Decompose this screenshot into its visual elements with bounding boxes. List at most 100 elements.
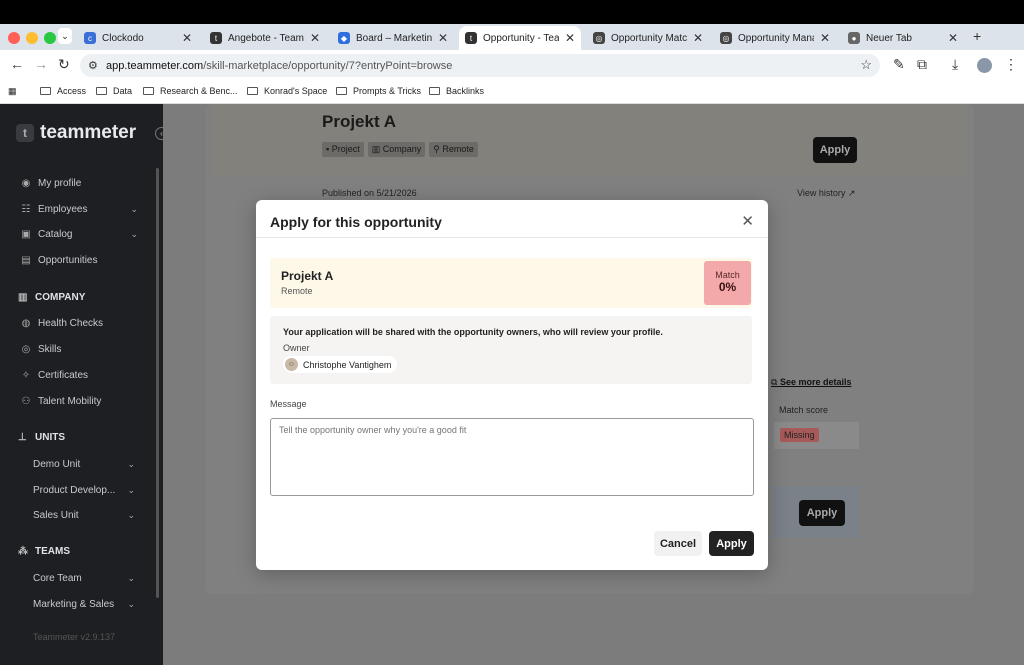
chevron-down-icon: ⌄: [127, 573, 135, 583]
message-textarea[interactable]: [270, 418, 754, 496]
chevron-down-icon: ⌄: [127, 485, 135, 495]
external-link-icon: ⧉: [771, 377, 780, 387]
sidebar-item-label: Health Checks: [38, 318, 104, 329]
sidebar-item-certificates[interactable]: ✧ Certificates: [20, 370, 138, 381]
back-arrow-icon[interactable]: ←: [10, 56, 24, 72]
folder-icon: [96, 87, 107, 95]
teammeter-favicon-icon: t: [465, 32, 477, 44]
section-title: TEAMS: [35, 546, 70, 557]
teammeter-favicon-icon: t: [210, 32, 222, 44]
apply-button-background-2: Apply: [799, 500, 845, 526]
maximize-window-icon[interactable]: [44, 32, 56, 44]
bookmark-prompts[interactable]: Prompts & Tricks: [336, 86, 421, 96]
folder-icon: [40, 87, 51, 95]
owner-name: Christophe Vantighem: [303, 359, 392, 370]
puzzle-extension-icon[interactable]: ⧉: [917, 56, 927, 73]
sidebar-item-label: Employees: [38, 204, 88, 215]
match-badge: Match 0%: [704, 261, 751, 305]
teammeter-logo[interactable]: t teammeter: [16, 122, 136, 144]
sidebar-item-sales-unit[interactable]: Sales Unit ⌄: [33, 510, 135, 521]
close-icon[interactable]: ✕: [741, 212, 754, 230]
sidebar-item-demo-unit[interactable]: Demo Unit ⌄: [33, 459, 135, 470]
sidebar-item-label: Opportunities: [38, 255, 98, 266]
tab-title: Opportunity Management: [738, 32, 814, 44]
bookmark-label: Konrad's Space: [264, 86, 328, 96]
board-favicon-icon: ◆: [338, 32, 350, 44]
apply-button[interactable]: Apply: [709, 531, 754, 556]
bookmark-data[interactable]: Data: [96, 86, 132, 96]
sidebar-item-employees[interactable]: ☷ Employees ⌄: [20, 204, 138, 215]
application-info: Your application will be shared with the…: [270, 316, 752, 384]
browser-tab[interactable]: ◆ Board – Marketing Team ✕: [332, 26, 454, 50]
bookmark-konrad[interactable]: Konrad's Space: [247, 86, 327, 96]
sidebar-item-core-team[interactable]: Core Team ⌄: [33, 573, 135, 584]
reload-icon[interactable]: ↻: [58, 56, 70, 73]
new-tab-plus-icon[interactable]: +: [973, 28, 981, 44]
owner-chip[interactable]: ☺ Christophe Vantighem: [283, 356, 398, 373]
match-score-header: Match score: [779, 405, 829, 415]
minimize-window-icon[interactable]: [26, 32, 38, 44]
pen-extension-icon[interactable]: ✎: [893, 56, 905, 73]
browser-tab-active[interactable]: t Opportunity - Teammeter ✕: [459, 26, 581, 50]
more-menu-icon[interactable]: ⋮: [1004, 56, 1018, 73]
clockodo-favicon-icon: c: [84, 32, 96, 44]
sidebar-item-label: My profile: [38, 178, 82, 189]
modal-divider: [256, 237, 768, 238]
apps-grid-icon[interactable]: ▦: [8, 86, 17, 97]
site-settings-icon[interactable]: ⚙: [88, 59, 98, 72]
hierarchy-icon: ⊥: [18, 432, 27, 443]
sidebar-item-opportunities[interactable]: ▤ Opportunities: [20, 255, 138, 266]
folder-icon: [429, 87, 440, 95]
sidebar-item-catalog[interactable]: ▣ Catalog ⌄: [20, 229, 138, 240]
bookmarks-bar: ▦ Access Data Research & Benc... Konrad'…: [0, 81, 1024, 104]
sidebar-scrollbar[interactable]: [156, 168, 159, 598]
browser-tab[interactable]: ● Neuer Tab ✕: [842, 26, 964, 50]
sidebar-item-marketing-sales[interactable]: Marketing & Sales ⌄: [33, 599, 135, 610]
tag-label: Remote: [442, 144, 474, 154]
browser-tab[interactable]: ◎ Opportunity Matching ✕: [587, 26, 709, 50]
cancel-button[interactable]: Cancel: [654, 531, 702, 556]
apply-button-background: Apply: [813, 137, 857, 163]
tab-title: Opportunity - Teammeter: [483, 32, 559, 44]
close-tab-icon[interactable]: ✕: [438, 31, 448, 45]
close-tab-icon[interactable]: ✕: [948, 31, 958, 45]
chevron-down-icon: ⌄: [130, 229, 138, 239]
catalog-icon: ▣: [21, 229, 31, 240]
message-label: Message: [270, 399, 307, 409]
sidebar-item-skills[interactable]: ◎ Skills: [20, 344, 138, 355]
user-circle-icon: ◉: [21, 178, 31, 189]
sidebar-item-my-profile[interactable]: ◉ My profile: [20, 178, 138, 189]
tag-project: ▪ Project: [322, 142, 364, 157]
forward-arrow-icon[interactable]: →: [34, 56, 48, 72]
bookmark-label: Research & Benc...: [160, 86, 238, 96]
tag-label: Company: [382, 144, 422, 154]
sidebar-item-talent-mobility[interactable]: ⚇ Talent Mobility: [20, 396, 138, 407]
sidebar-item-product-development[interactable]: Product Develop... ⌄: [33, 485, 135, 496]
tag-label: Project: [331, 144, 360, 154]
browser-tab[interactable]: c Clockodo ✕: [78, 26, 198, 50]
download-icon[interactable]: ⤓: [952, 56, 958, 73]
close-tab-icon[interactable]: ✕: [820, 31, 830, 45]
bookmark-research[interactable]: Research & Benc...: [143, 86, 238, 96]
bookmark-access[interactable]: Access: [40, 86, 86, 96]
tab-search-chevron-icon[interactable]: ⌄: [58, 28, 72, 44]
section-title: COMPANY: [35, 292, 86, 303]
folder-icon: [247, 87, 258, 95]
browser-tab[interactable]: ◎ Opportunity Management ✕: [714, 26, 836, 50]
bookmark-star-icon[interactable]: ☆: [860, 57, 872, 73]
close-tab-icon[interactable]: ✕: [310, 31, 320, 45]
view-history-link: View history ↗: [797, 188, 856, 198]
browser-tab[interactable]: t Angebote - Teammeter ✕: [204, 26, 326, 50]
sidebar-item-label: Sales Unit: [33, 510, 79, 521]
close-tab-icon[interactable]: ✕: [182, 31, 192, 45]
close-tab-icon[interactable]: ✕: [565, 31, 575, 45]
browser-toolbar: ← → ↻ ⚙ app.teammeter.com /skill-marketp…: [0, 50, 1024, 81]
profile-avatar-icon[interactable]: [977, 58, 992, 73]
close-tab-icon[interactable]: ✕: [693, 31, 703, 45]
see-more-details-link: ⧉ See more details: [771, 377, 851, 388]
bookmark-backlinks[interactable]: Backlinks: [429, 86, 484, 96]
url-bar[interactable]: ⚙ app.teammeter.com /skill-marketplace/o…: [80, 54, 880, 77]
section-company: ▥ COMPANY: [18, 292, 85, 303]
sidebar-item-health-checks[interactable]: ◍ Health Checks: [20, 318, 138, 329]
close-window-icon[interactable]: [8, 32, 20, 44]
